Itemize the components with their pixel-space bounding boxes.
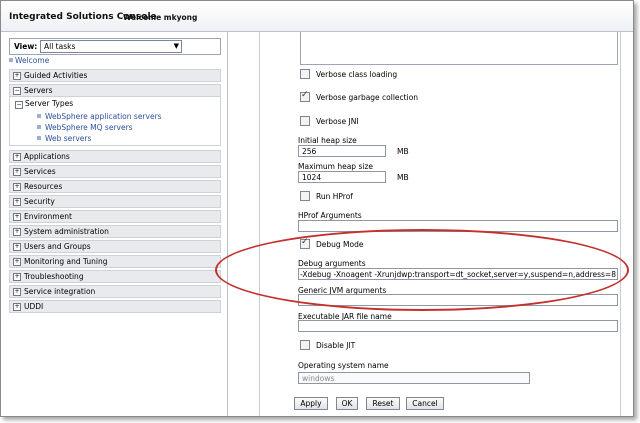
nav-services[interactable]: + Services [9, 165, 221, 178]
os-name-input[interactable]: windows [298, 372, 530, 384]
nav-uddi[interactable]: + UDDI [9, 300, 221, 313]
highlight-oval [215, 229, 629, 311]
nav-label: Environment [24, 212, 72, 221]
os-name-value: windows [302, 374, 335, 383]
link-websphere-app-servers[interactable]: WebSphere application servers [45, 112, 162, 121]
form-panel: Verbose class loading Verbose garbage co… [259, 32, 621, 416]
verbose-class-loading-label: Verbose class loading [316, 70, 398, 79]
header-bar: Integrated Solutions Console Welcome mky… [1, 1, 633, 32]
expand-icon: + [13, 243, 21, 251]
nav-label: Users and Groups [24, 242, 91, 251]
max-heap-unit: MB [397, 173, 409, 182]
verbose-gc-label: Verbose garbage collection [316, 93, 419, 102]
expand-icon: + [13, 288, 21, 296]
chevron-down-icon: ▼ [173, 42, 179, 50]
expand-icon: + [13, 303, 21, 311]
welcome-link[interactable]: Welcome [15, 56, 49, 65]
classpath-textarea[interactable] [300, 32, 618, 65]
nav-label: Monitoring and Tuning [24, 257, 108, 266]
bullet-icon [37, 114, 41, 118]
expand-icon: + [13, 198, 21, 206]
nav-guided-activities[interactable]: + Guided Activities [9, 69, 221, 82]
nav-security[interactable]: + Security [9, 195, 221, 208]
exec-jar-input[interactable] [298, 320, 618, 332]
reset-button[interactable]: Reset [366, 397, 400, 410]
expand-icon: + [13, 72, 21, 80]
verbose-jni-checkbox[interactable] [300, 116, 310, 126]
disable-jit-label: Disable JIT [316, 341, 356, 350]
nav-monitoring-and-tuning[interactable]: + Monitoring and Tuning [9, 255, 221, 268]
expand-icon: + [13, 168, 21, 176]
nav-label: System administration [24, 227, 109, 236]
nav-label: Servers [24, 86, 53, 95]
view-filter: View: All tasks ▼ [9, 38, 221, 55]
expand-icon: + [13, 153, 21, 161]
nav-label: Resources [24, 182, 63, 191]
bullet-icon [9, 58, 13, 62]
collapse-icon: − [15, 101, 23, 109]
bullet-icon [37, 136, 41, 140]
view-select-value: All tasks [44, 42, 76, 51]
server-types-label[interactable]: Server Types [25, 99, 73, 108]
initial-heap-unit: MB [397, 147, 409, 156]
expand-icon: + [13, 228, 21, 236]
expand-icon: + [13, 258, 21, 266]
nav-troubleshooting[interactable]: + Troubleshooting [9, 270, 221, 283]
initial-heap-input[interactable]: 256 [298, 145, 386, 157]
initial-heap-label: Initial heap size [298, 136, 357, 145]
expand-icon: + [13, 273, 21, 281]
hprof-args-label: HProf Arguments [298, 211, 362, 220]
view-label: View: [14, 42, 38, 51]
jvm-settings-form: Verbose class loading Verbose garbage co… [229, 32, 633, 416]
nav-service-integration[interactable]: + Service integration [9, 285, 221, 298]
nav-resources[interactable]: + Resources [9, 180, 221, 193]
bullet-icon [37, 125, 41, 129]
nav-label: Services [24, 167, 56, 176]
ok-button[interactable]: OK [336, 397, 358, 410]
initial-heap-value: 256 [302, 147, 317, 156]
view-select[interactable]: All tasks ▼ [40, 40, 182, 53]
nav-system-administration[interactable]: + System administration [9, 225, 221, 238]
verbose-class-loading-checkbox[interactable] [300, 69, 310, 79]
expand-icon: + [13, 213, 21, 221]
verbose-jni-label: Verbose JNI [316, 117, 359, 126]
cancel-button[interactable]: Cancel [406, 397, 444, 410]
nav-label: Guided Activities [24, 71, 88, 80]
max-heap-label: Maximum heap size [298, 162, 373, 171]
run-hprof-checkbox[interactable] [300, 191, 310, 201]
max-heap-input[interactable]: 1024 [298, 171, 386, 183]
run-hprof-label: Run HProf [316, 192, 353, 201]
link-websphere-mq-servers[interactable]: WebSphere MQ servers [45, 123, 133, 132]
nav-label: Troubleshooting [24, 272, 84, 281]
nav-users-and-groups[interactable]: + Users and Groups [9, 240, 221, 253]
nav-label: UDDI [24, 302, 44, 311]
collapse-icon: − [13, 87, 21, 95]
max-heap-value: 1024 [302, 173, 322, 182]
verbose-gc-checkbox[interactable] [300, 90, 310, 102]
nav-environment[interactable]: + Environment [9, 210, 221, 223]
console-window: Integrated Solutions Console Welcome mky… [0, 0, 634, 417]
os-name-label: Operating system name [298, 361, 389, 370]
welcome-user-text: Welcome mkyong [123, 13, 198, 22]
nav-label: Service integration [24, 287, 96, 296]
expand-icon: + [13, 183, 21, 191]
nav-applications[interactable]: + Applications [9, 150, 221, 163]
link-web-servers[interactable]: Web servers [45, 134, 91, 143]
nav-label: Applications [24, 152, 70, 161]
navigation-panel: View: All tasks ▼ Welcome + Guided Activ… [1, 32, 228, 416]
apply-button[interactable]: Apply [294, 397, 328, 410]
disable-jit-checkbox[interactable] [300, 340, 310, 350]
nav-label: Security [24, 197, 55, 206]
